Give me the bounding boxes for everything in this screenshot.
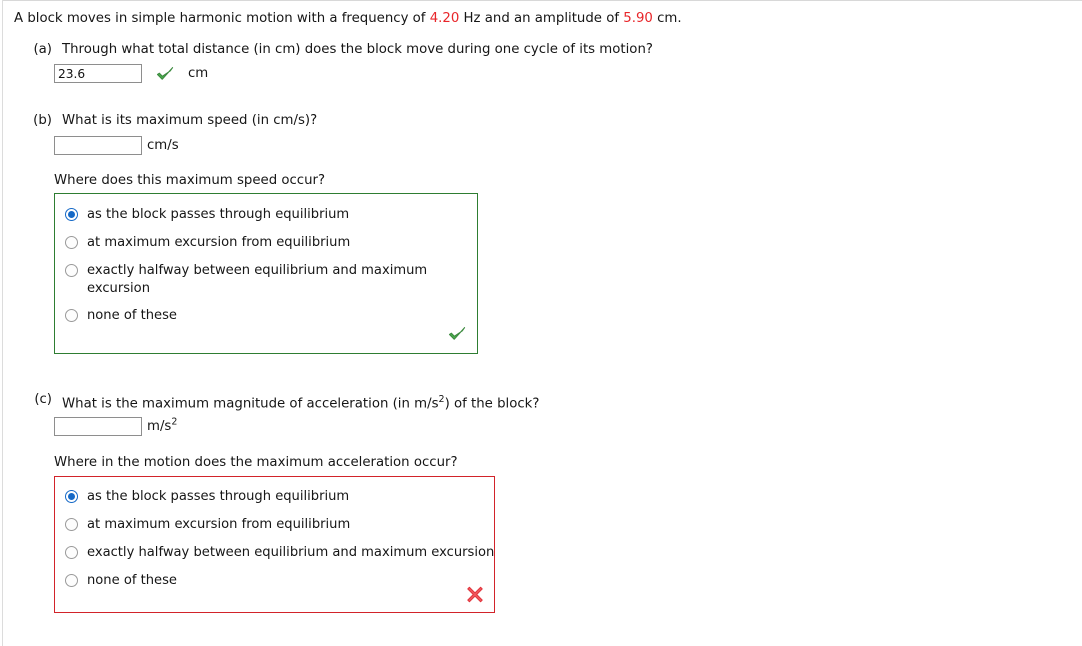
part-c-choice-group: as the block passes through equilibrium … — [54, 476, 495, 613]
part-c-unit-exponent: 2 — [171, 416, 178, 428]
part-b-choice-2-label: exactly halfway between equilibrium and … — [87, 263, 428, 296]
amplitude-value: 5.90 — [623, 11, 653, 26]
page-frame: A block moves in simple harmonic motion … — [0, 0, 1082, 646]
part-c-choice-1-label: at maximum excursion from equilibrium — [87, 517, 351, 532]
stem-text-mid: Hz and an amplitude of — [459, 11, 624, 26]
part-c-sub-prompt: Where in the motion does the maximum acc… — [54, 455, 458, 470]
part-c-question: What is the maximum magnitude of acceler… — [62, 391, 539, 412]
radio-unselected-icon[interactable] — [65, 236, 78, 249]
part-b-answer-row: cm/s — [54, 136, 179, 155]
problem-statement: A block moves in simple harmonic motion … — [14, 10, 682, 27]
part-c-choice-2-label: exactly halfway between equilibrium and … — [87, 545, 495, 560]
part-c-question-pre: What is the maximum magnitude of acceler… — [62, 396, 439, 412]
part-c-answer-input[interactable] — [54, 417, 142, 436]
radio-unselected-icon[interactable] — [65, 309, 78, 322]
part-b-question: What is its maximum speed (in cm/s)? — [62, 113, 318, 128]
radio-unselected-icon[interactable] — [65, 264, 78, 277]
part-c-question-post: ) of the block? — [444, 396, 540, 412]
part-c-choice-3[interactable]: none of these — [55, 572, 494, 590]
part-b-unit: cm/s — [147, 138, 179, 153]
green-check-icon — [447, 325, 467, 347]
stem-text-suffix: cm. — [652, 11, 682, 26]
part-a-answer-input[interactable] — [54, 64, 142, 83]
green-check-icon — [155, 65, 175, 83]
part-a-question: Through what total distance (in cm) does… — [62, 42, 653, 57]
stem-text-prefix: A block moves in simple harmonic motion … — [14, 11, 430, 26]
part-b-choice-group: as the block passes through equilibrium … — [54, 193, 478, 354]
radio-selected-icon[interactable] — [65, 490, 78, 503]
part-b-label: (b) — [33, 113, 52, 128]
part-b-choice-3[interactable]: none of these — [55, 307, 477, 325]
part-a-unit: cm — [188, 66, 209, 81]
part-b-choice-0-label: as the block passes through equilibrium — [87, 207, 350, 222]
part-c-choice-1[interactable]: at maximum excursion from equilibrium — [55, 516, 494, 534]
part-c-answer-row: m/s2 — [54, 417, 177, 436]
radio-unselected-icon[interactable] — [65, 574, 78, 587]
part-b-choice-1[interactable]: at maximum excursion from equilibrium — [55, 234, 477, 252]
part-c-unit-base: m/s — [147, 419, 172, 434]
frequency-value: 4.20 — [429, 11, 460, 26]
top-divider — [2, 0, 1082, 1]
part-c-choice-3-label: none of these — [87, 573, 177, 588]
part-c-choice-2[interactable]: exactly halfway between equilibrium and … — [55, 544, 494, 562]
red-x-icon — [466, 585, 484, 607]
radio-unselected-icon[interactable] — [65, 518, 78, 531]
part-b-sub-prompt: Where does this maximum speed occur? — [54, 173, 326, 188]
part-c-choice-0-label: as the block passes through equilibrium — [87, 489, 350, 504]
part-a-label: (a) — [33, 42, 52, 57]
part-b-choice-1-label: at maximum excursion from equilibrium — [87, 235, 351, 250]
part-b-choice-2[interactable]: exactly halfway between equilibrium and … — [55, 262, 445, 298]
part-c-label: (c) — [34, 392, 52, 407]
left-divider — [2, 0, 3, 646]
radio-unselected-icon[interactable] — [65, 546, 78, 559]
part-a-answer-row: cm — [54, 64, 208, 83]
part-b-choice-3-label: none of these — [87, 308, 177, 323]
part-c-unit: m/s2 — [147, 416, 178, 434]
radio-selected-icon[interactable] — [65, 208, 78, 221]
part-c-choice-0[interactable]: as the block passes through equilibrium — [55, 488, 494, 506]
part-b-answer-input[interactable] — [54, 136, 142, 155]
part-b-choice-0[interactable]: as the block passes through equilibrium — [55, 206, 477, 224]
